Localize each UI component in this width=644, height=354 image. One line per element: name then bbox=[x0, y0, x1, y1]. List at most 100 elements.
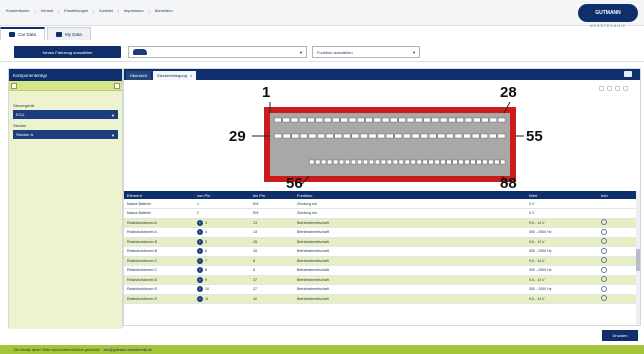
table-row[interactable]: Relaisfunktionen Di 9 37 Betriebsbereitscha… bbox=[124, 275, 640, 285]
table-row[interactable]: Masse Batterie 1 EM Zündung ein 0 V bbox=[124, 199, 640, 209]
cell-text: Relaisfunktionen C bbox=[127, 268, 158, 273]
column-header[interactable]: von Pin bbox=[194, 191, 250, 199]
pin-cavity bbox=[403, 133, 411, 139]
cell-element: Relaisfunktionen C bbox=[124, 256, 194, 266]
tab-pin-assignment[interactable]: Steckerbelegung × bbox=[152, 71, 197, 80]
field-label: Stecker bbox=[13, 123, 27, 128]
pin-cavity bbox=[309, 159, 315, 165]
info-icon[interactable]: i bbox=[197, 219, 203, 226]
cell-from-pin: i 10 bbox=[194, 284, 250, 295]
waveform-icon[interactable] bbox=[601, 228, 607, 235]
car-data-icon bbox=[9, 32, 15, 37]
table-row[interactable]: Relaisfunktionen Ci 8 8 Betriebsbereitschaf… bbox=[124, 265, 640, 276]
cell-info bbox=[598, 246, 640, 257]
close-icon[interactable]: × bbox=[190, 73, 192, 78]
pin-cavity bbox=[456, 117, 464, 123]
cell-text: 8 bbox=[205, 268, 207, 273]
brand-subtitle: MESSTECHNIK bbox=[589, 24, 627, 28]
table-scrollbar[interactable] bbox=[636, 191, 640, 325]
info-icon[interactable]: i bbox=[197, 257, 203, 264]
cell-text: 9,5 - 14 V bbox=[529, 277, 545, 282]
pin-cavity bbox=[351, 159, 357, 165]
cell-to-pin: 42 bbox=[250, 294, 294, 304]
cell-function: Betriebsbereitschaft bbox=[294, 294, 526, 304]
email-link[interactable]: info@gutmann-messtechnik.de bbox=[104, 348, 152, 352]
cell-text: 13 bbox=[253, 220, 257, 225]
table-row[interactable]: Relaisfunktionen Ai 4 13 Betriebsbereitscha… bbox=[124, 227, 640, 238]
waveform-icon[interactable] bbox=[601, 276, 607, 283]
table-row[interactable]: Masse Batterie 2 EM Zündung ein 0 V bbox=[124, 208, 640, 219]
field-value: Stecker A bbox=[16, 132, 34, 137]
info-icon[interactable]: i bbox=[197, 267, 203, 274]
table-row[interactable]: Relaisfunktionen Ci 7 8 Betriebsbereitschaf… bbox=[124, 256, 640, 266]
pin-cavity bbox=[458, 159, 464, 165]
table-row[interactable]: Relaisfunktionen Bi 6 28 Betriebsbereitscha… bbox=[124, 246, 640, 257]
info-icon[interactable]: i bbox=[197, 229, 203, 236]
close-icon[interactable] bbox=[114, 82, 120, 89]
print-button[interactable]: Drucken bbox=[602, 330, 638, 341]
info-icon[interactable]: i bbox=[197, 286, 203, 293]
top-nav-item[interactable]: Kontakt bbox=[99, 8, 113, 13]
cell-from-pin: i7 bbox=[194, 256, 250, 266]
pin-label: 56 bbox=[286, 175, 303, 192]
column-header[interactable]: Element bbox=[124, 191, 194, 199]
table-row[interactable]: Relaisfunktionen Ai 3 13 Betriebsbereitscha… bbox=[124, 218, 640, 228]
tab-my-data[interactable]: My Data bbox=[47, 27, 91, 40]
scroll-thumb[interactable] bbox=[636, 249, 640, 271]
zoom-in-icon[interactable] bbox=[599, 86, 604, 91]
column-header[interactable]: Funktion bbox=[294, 191, 526, 199]
waveform-icon[interactable] bbox=[601, 285, 607, 292]
table-row[interactable]: Relaisfunktionen Bi 5 28 Betriebsbereitscha… bbox=[124, 237, 640, 247]
top-nav-item[interactable]: Einstellungen bbox=[64, 8, 88, 13]
reset-icon[interactable] bbox=[615, 86, 620, 91]
fullscreen-icon[interactable] bbox=[623, 86, 628, 91]
info-icon[interactable]: i bbox=[197, 238, 203, 245]
cell-info bbox=[598, 265, 640, 276]
top-nav-item[interactable]: Verlauf bbox=[41, 8, 53, 13]
table-row[interactable]: Relaisfunktionen Ei 11 42 Betriebsbereitsch… bbox=[124, 294, 640, 304]
vehicle-select[interactable]: ▼ bbox=[128, 46, 307, 58]
cell-text: 6 bbox=[205, 249, 207, 254]
pin-cavity bbox=[315, 159, 321, 165]
waveform-icon[interactable] bbox=[601, 219, 607, 226]
top-nav-item[interactable]: Abmelden bbox=[155, 8, 173, 13]
connector-select[interactable]: Stecker A ▼ bbox=[13, 130, 118, 139]
pin-cavity bbox=[452, 159, 458, 165]
top-nav-item[interactable]: Impressum bbox=[124, 8, 144, 13]
function-select[interactable]: Funktion auswählen ▼ bbox=[312, 46, 420, 58]
cell-info bbox=[598, 256, 640, 266]
cell-to-pin: EM bbox=[250, 208, 294, 219]
column-header[interactable]: bis Pin bbox=[250, 191, 294, 199]
tab-overview[interactable]: Übersicht bbox=[126, 71, 151, 80]
cell-info bbox=[598, 237, 640, 247]
waveform-icon[interactable] bbox=[601, 257, 607, 264]
waveform-icon[interactable] bbox=[601, 295, 607, 302]
pin-cavity bbox=[448, 117, 456, 123]
info-icon[interactable]: i bbox=[197, 295, 203, 302]
new-vehicle-button[interactable]: Neues Fahrzeug auswählen bbox=[14, 46, 121, 58]
waveform-icon[interactable] bbox=[601, 266, 607, 273]
table-row[interactable]: Relaisfunktionen Di 10 37 Betriebsbereitsch… bbox=[124, 284, 640, 295]
pin-cavity bbox=[480, 133, 489, 139]
sidebar-title: Komponententyp bbox=[9, 69, 122, 81]
pin-cavity bbox=[437, 133, 446, 139]
column-header[interactable]: Wert bbox=[526, 191, 598, 199]
info-icon[interactable]: i bbox=[197, 276, 203, 283]
ecu-select[interactable]: ECU ▼ bbox=[13, 110, 118, 119]
cell-text: 28 bbox=[253, 239, 257, 244]
collapse-icon[interactable] bbox=[11, 82, 17, 89]
cell-text: Betriebsbereitschaft bbox=[297, 287, 329, 292]
pin-cavity bbox=[334, 133, 342, 139]
zoom-out-icon[interactable] bbox=[607, 86, 612, 91]
info-icon[interactable]: i bbox=[197, 248, 203, 255]
column-header[interactable]: Info bbox=[598, 191, 640, 199]
tab-car-data[interactable]: Car Data bbox=[0, 27, 46, 40]
printer-icon[interactable] bbox=[624, 71, 632, 77]
cell-text: Relaisfunktionen D bbox=[127, 287, 158, 292]
waveform-icon[interactable] bbox=[601, 247, 607, 254]
cell-text: Betriebsbereitschaft bbox=[297, 268, 329, 273]
cell-text: Relaisfunktionen D bbox=[127, 277, 158, 282]
waveform-icon[interactable] bbox=[601, 238, 607, 245]
top-nav-item[interactable]: Kundenkonto bbox=[6, 8, 30, 13]
cell-to-pin: 8 bbox=[250, 265, 294, 276]
